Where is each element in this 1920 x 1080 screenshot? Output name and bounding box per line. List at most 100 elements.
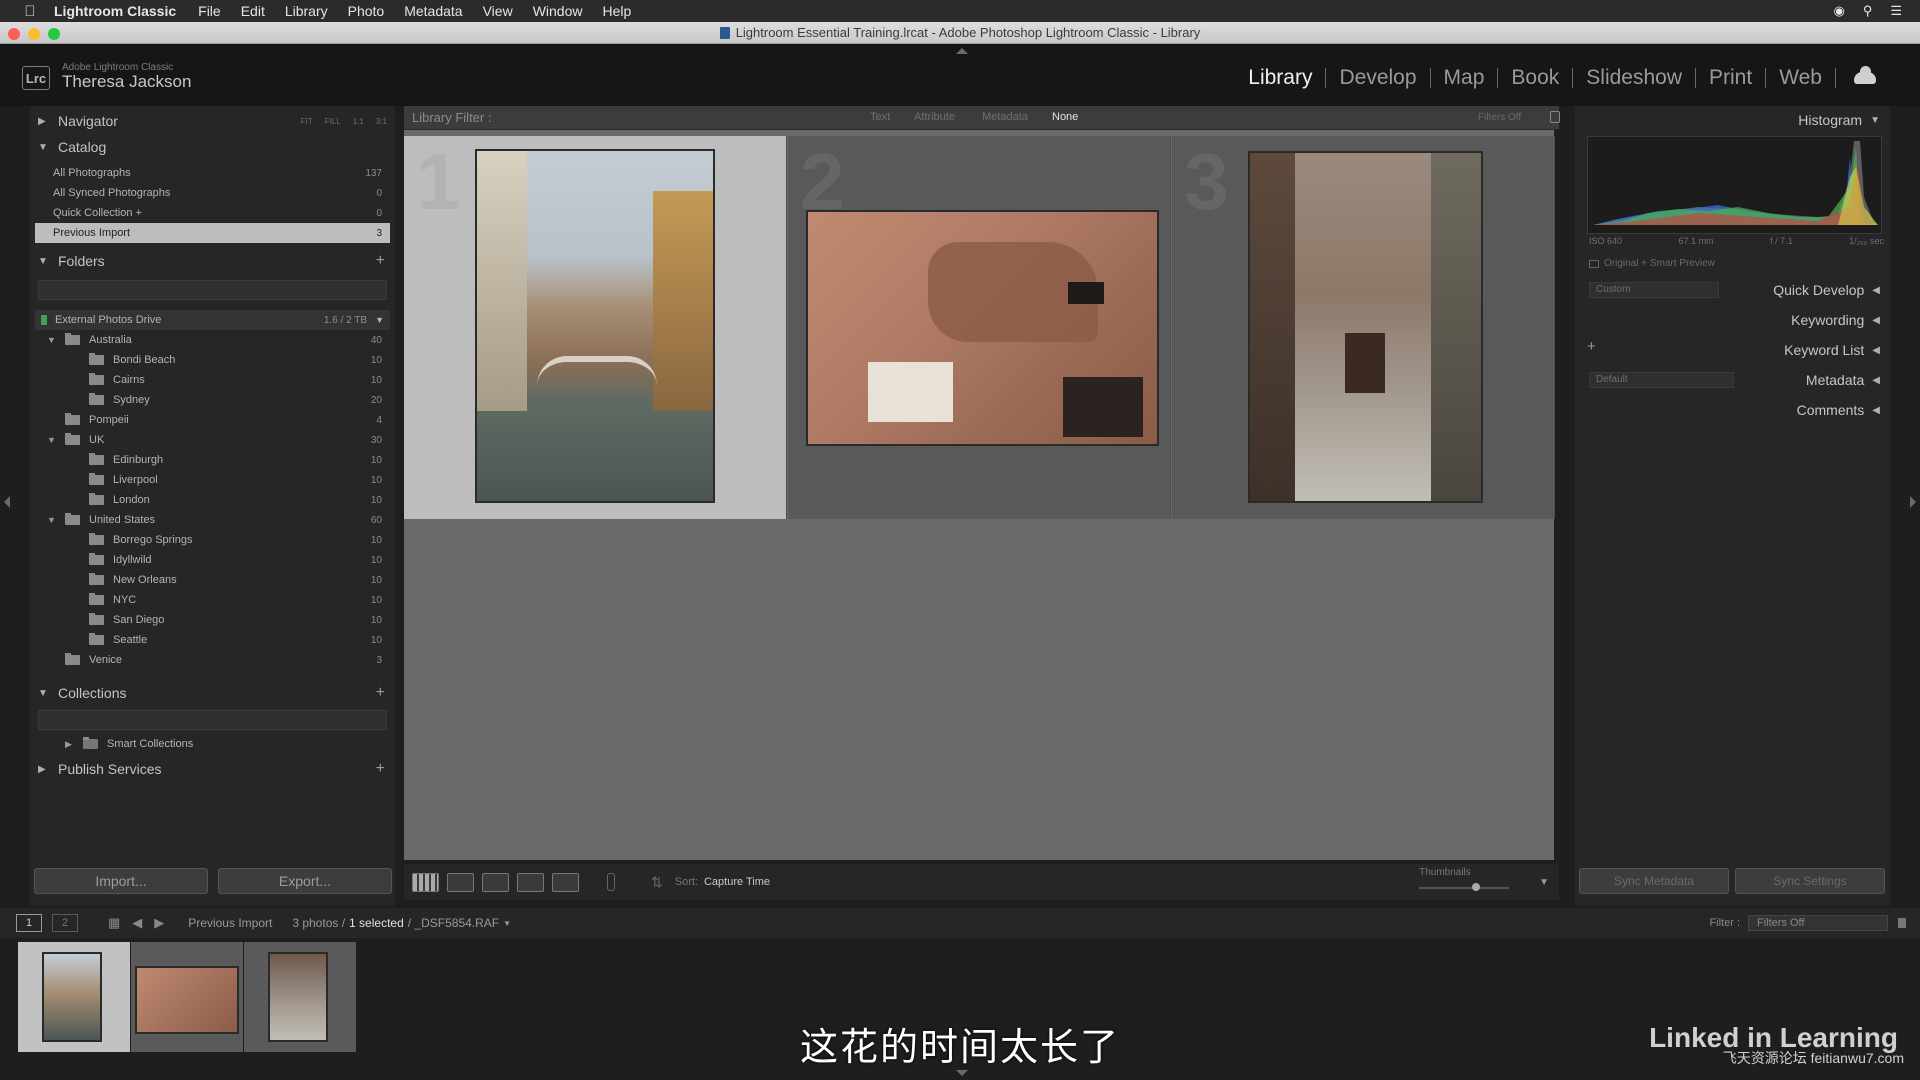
folder-item[interactable]: NYC 10 [35, 590, 390, 610]
catalog-item[interactable]: Quick Collection + 0 [35, 203, 390, 223]
keywording-header[interactable]: Keywording ◀ [1580, 308, 1880, 332]
module-library[interactable]: Library [1235, 66, 1325, 90]
add-publish-service-icon[interactable]: + [376, 760, 385, 778]
module-print[interactable]: Print [1696, 66, 1765, 90]
filter-tab-metadata[interactable]: Metadata [982, 111, 1028, 123]
notification-center-icon[interactable]: ☰ [1890, 3, 1902, 19]
folder-item[interactable]: ▼ UK 30 [35, 430, 390, 450]
photo-brick-wall[interactable] [806, 210, 1159, 446]
comments-header[interactable]: Comments ◀ [1580, 398, 1880, 422]
module-book[interactable]: Book [1498, 66, 1572, 90]
compare-view-icon[interactable] [482, 872, 509, 892]
back-arrow-icon[interactable]: ◀ [132, 915, 142, 931]
sync-metadata-button[interactable]: Sync Metadata [1579, 868, 1729, 894]
folder-item[interactable]: Cairns 10 [35, 370, 390, 390]
menu-window[interactable]: Window [533, 3, 583, 19]
publish-services-header[interactable]: ▶ Publish Services + [30, 756, 395, 782]
histogram-header[interactable]: Histogram ▼ [1580, 108, 1880, 132]
folders-header[interactable]: ▼ Folders + [30, 248, 395, 274]
filmstrip-filter-dropdown[interactable]: Filters Off [1748, 915, 1888, 931]
folder-item[interactable]: San Diego 10 [35, 610, 390, 630]
keyword-list-header[interactable]: Keyword List ◀ [1580, 338, 1880, 362]
filename-dropdown-icon[interactable]: ▼ [503, 919, 511, 928]
collection-item[interactable]: ▶ Smart Collections [35, 734, 390, 754]
metadata-header[interactable]: Metadata ◀ [1580, 368, 1880, 392]
zoom-window-button[interactable] [48, 28, 60, 40]
folder-item[interactable]: Idyllwild 10 [35, 550, 390, 570]
module-develop[interactable]: Develop [1326, 66, 1429, 90]
collapse-triangle-icon[interactable]: ▼ [47, 435, 59, 445]
menu-view[interactable]: View [483, 3, 513, 19]
import-button[interactable]: Import... [34, 868, 208, 894]
histogram-graph[interactable] [1587, 136, 1882, 234]
top-panel-toggle-icon[interactable] [956, 48, 968, 54]
main-window-button[interactable]: 1 [16, 914, 42, 932]
close-window-button[interactable] [8, 28, 20, 40]
folder-item[interactable]: New Orleans 10 [35, 570, 390, 590]
folder-item[interactable]: Venice 3 [35, 650, 390, 670]
thumbnail-slider-knob[interactable] [1472, 883, 1481, 891]
filter-lock-icon[interactable] [1898, 918, 1906, 928]
module-web[interactable]: Web [1766, 66, 1835, 90]
folder-item[interactable]: Pompeii 4 [35, 410, 390, 430]
menu-metadata[interactable]: Metadata [404, 3, 462, 19]
grid-view-icon[interactable] [412, 872, 439, 892]
catalog-item[interactable]: All Synced Photographs 0 [35, 183, 390, 203]
filmstrip-filename[interactable]: / _DSF5854.RAF [408, 916, 499, 930]
zoom-fill[interactable]: FILL [325, 117, 341, 126]
creative-cloud-icon[interactable]: ◉ [1833, 3, 1844, 19]
photo-alley[interactable] [1248, 151, 1483, 503]
folder-item[interactable]: London 10 [35, 490, 390, 510]
grid-cell[interactable]: 3 [1172, 136, 1555, 519]
painter-icon[interactable] [607, 873, 615, 891]
add-collection-icon[interactable]: + [376, 684, 385, 702]
catalog-item[interactable]: All Photographs 137 [35, 163, 390, 183]
cloud-sync-icon[interactable] [1854, 66, 1876, 84]
sort-direction-icon[interactable]: ⇅ [651, 874, 663, 891]
folder-search-input[interactable] [38, 280, 387, 300]
add-folder-icon[interactable]: + [376, 252, 385, 270]
export-button[interactable]: Export... [218, 868, 392, 894]
volume-dropdown-icon[interactable]: ▼ [375, 315, 384, 325]
survey-view-icon[interactable] [517, 872, 544, 892]
sort-dropdown[interactable]: Capture Time [704, 876, 770, 888]
folder-item[interactable]: Edinburgh 10 [35, 450, 390, 470]
secondary-window-button[interactable]: 2 [52, 914, 78, 932]
menu-file[interactable]: File [198, 3, 221, 19]
menu-library[interactable]: Library [285, 3, 328, 19]
zoom-3-1[interactable]: 3:1 [376, 117, 387, 126]
loupe-view-icon[interactable] [447, 872, 474, 892]
filter-tab-text[interactable]: Text [870, 111, 890, 123]
navigator-header[interactable]: ▶ Navigator FIT FILL 1:1 3:1 [30, 108, 395, 134]
folder-item[interactable]: Sydney 20 [35, 390, 390, 410]
spotlight-search-icon[interactable]: ⚲ [1863, 3, 1873, 19]
folder-item[interactable]: ▼ United States 60 [35, 510, 390, 530]
menu-help[interactable]: Help [602, 3, 631, 19]
volume-row[interactable]: External Photos Drive 1.6 / 2 TB ▼ [35, 310, 390, 330]
collection-search-input[interactable] [38, 710, 387, 730]
thumbnail-slider-track[interactable] [1419, 887, 1510, 889]
grid-cell[interactable]: 2 [788, 136, 1171, 519]
filter-tab-attribute[interactable]: Attribute [914, 111, 955, 123]
menu-edit[interactable]: Edit [241, 3, 265, 19]
filter-tab-none[interactable]: None [1052, 111, 1078, 123]
zoom-1-1[interactable]: 1:1 [353, 117, 364, 126]
left-panel-toggle-icon[interactable] [4, 496, 10, 508]
apple-icon[interactable]:  [20, 3, 40, 20]
folder-item[interactable]: ▼ Australia 40 [35, 330, 390, 350]
folder-item[interactable]: Liverpool 10 [35, 470, 390, 490]
toolbar-menu-chevron-icon[interactable]: ▼ [1539, 877, 1549, 888]
zoom-fit[interactable]: FIT [301, 117, 313, 126]
collections-header[interactable]: ▼ Collections + [30, 680, 395, 706]
menu-app-name[interactable]: Lightroom Classic [54, 3, 176, 19]
collapse-triangle-icon[interactable]: ▼ [47, 335, 59, 345]
folder-item[interactable]: Bondi Beach 10 [35, 350, 390, 370]
grid-cell[interactable]: 1 [404, 136, 787, 519]
right-panel-toggle-icon[interactable] [1910, 496, 1916, 508]
people-view-icon[interactable] [552, 872, 579, 892]
collapse-triangle-icon[interactable]: ▼ [47, 515, 59, 525]
folder-item[interactable]: Borrego Springs 10 [35, 530, 390, 550]
module-map[interactable]: Map [1431, 66, 1498, 90]
minimize-window-button[interactable] [28, 28, 40, 40]
catalog-header[interactable]: ▼ Catalog [30, 134, 395, 160]
